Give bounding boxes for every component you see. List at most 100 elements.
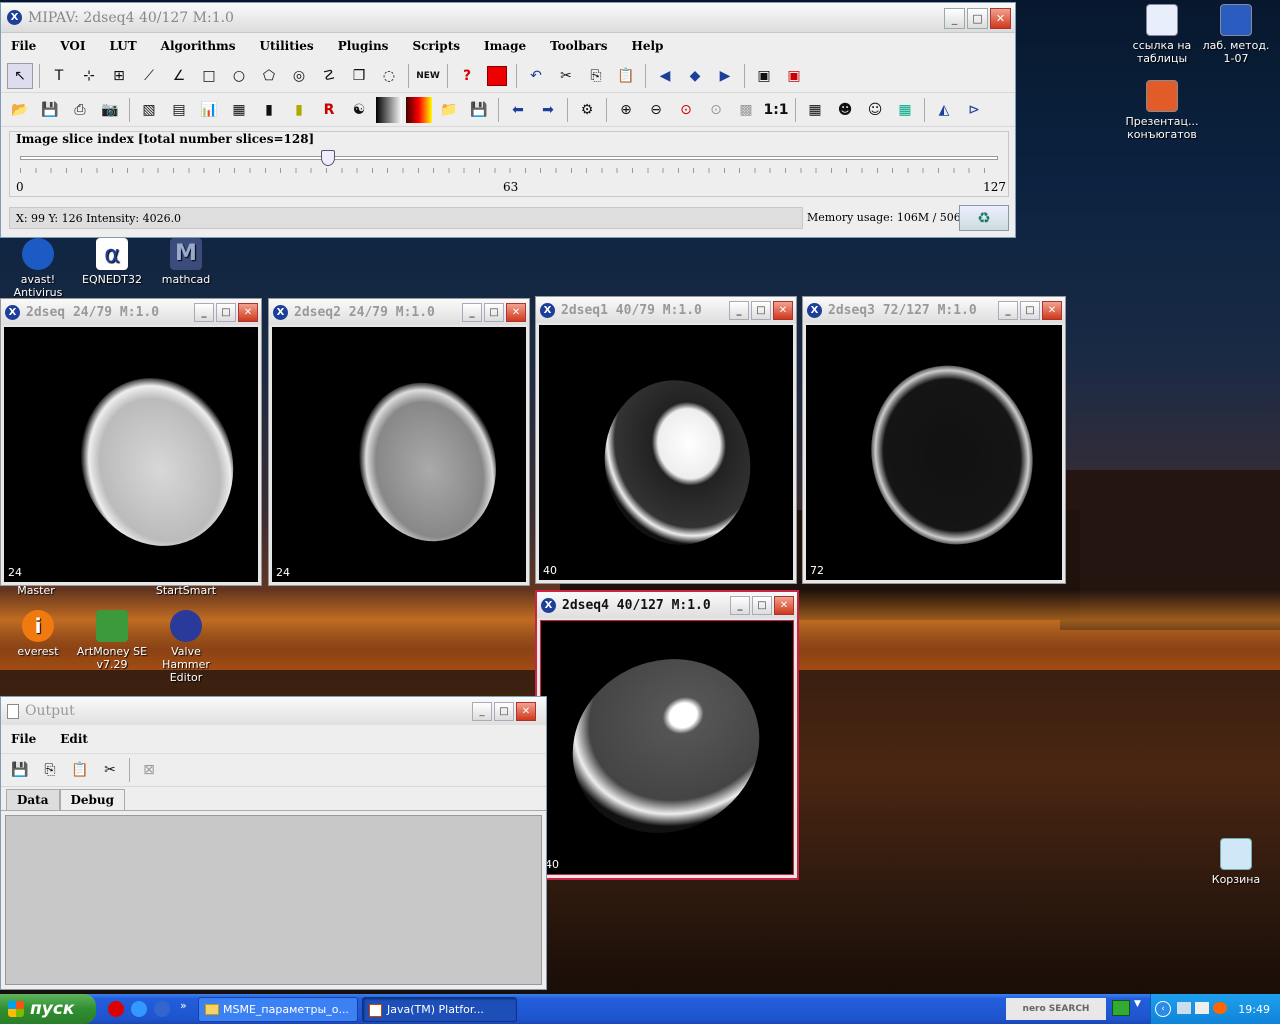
menu-toolbars[interactable]: Toolbars [540,39,621,53]
menu-lut[interactable]: LUT [99,39,150,53]
mri-image-canvas[interactable]: 24 [272,327,526,582]
polygon-icon[interactable]: ⬠ [256,63,282,89]
image-window-2dseq[interactable]: X 2dseq 24/79 M:1.0 _ □ ✕ 24 [0,298,262,586]
minimize-button[interactable]: _ [998,301,1018,320]
voi-both-icon[interactable]: ◆ [682,63,708,89]
image-window-2dseq2[interactable]: X 2dseq2 24/79 M:1.0 _ □ ✕ 24 [268,298,530,586]
image-attributes-icon[interactable]: ▧ [136,97,162,123]
grid-icon[interactable]: ▦ [892,97,918,123]
zoom-in-icon[interactable]: ⊕ [613,97,639,123]
open-icon[interactable]: 📂 [7,97,33,123]
minimize-button[interactable]: _ [194,303,214,322]
menu-file[interactable]: File [1,39,50,53]
quick-mask-icon[interactable]: ▣ [751,63,777,89]
maximize-button[interactable]: □ [751,301,771,320]
maximize-button[interactable]: □ [1020,301,1040,320]
desktop-icon-hammer[interactable]: Valve Hammer Editor [146,610,226,684]
output-menu-edit[interactable]: Edit [50,732,102,746]
save-icon[interactable]: 💾 [37,97,63,123]
red-lut-icon[interactable]: R [316,97,342,123]
ellipse-icon[interactable]: ○ [226,63,252,89]
menu-utilities[interactable]: Utilities [250,39,328,53]
magnifier-icon[interactable]: ⊙ [703,97,729,123]
hot-ramp-icon[interactable] [406,96,432,123]
close-button[interactable]: ✕ [773,301,793,320]
output-title-bar[interactable]: Output _ □ ✕ [1,697,546,725]
maximize-button[interactable]: □ [494,702,514,721]
desktop-icon-links[interactable]: ссылка на таблицы [1122,4,1202,65]
gray-lut-icon[interactable]: ▮ [286,97,312,123]
paste-icon[interactable]: 📋 [613,63,639,89]
nero-dropdown-icon[interactable]: ▼ [1134,999,1141,1009]
minimize-button[interactable]: _ [944,8,965,29]
multi-point-icon[interactable]: ⊞ [106,63,132,89]
desktop-icon-presentation[interactable]: Презентац... конъюгатов [1122,80,1202,141]
close-button[interactable]: ✕ [238,303,258,322]
task-msme[interactable]: MSME_параметры_о... [198,997,358,1022]
desktop-icon-artmoney[interactable]: ArtMoney SE v7.29 [72,610,152,671]
voi-back-icon[interactable]: ◀ [652,63,678,89]
zoom-one-icon[interactable]: 1:1 [763,97,789,123]
nero-go-button[interactable] [1112,1000,1130,1016]
desktop-icon-recycle-bin[interactable]: Корзина [1196,838,1276,886]
window-level-icon[interactable]: ▮ [256,97,282,123]
quicklaunch-more-icon[interactable]: » [180,999,187,1012]
nero-search-logo[interactable]: nero SEARCH [1006,998,1106,1020]
main-title-bar[interactable]: X MIPAV: 2dseq4 40/127 M:1.0 _ □ ✕ [1,3,1015,33]
skull-icon[interactable]: ☺ [862,97,888,123]
rectangle-icon[interactable]: □ [196,63,222,89]
point-icon[interactable]: ⊹ [76,63,102,89]
tray-network-icon[interactable] [1177,1002,1191,1014]
flip-vertical-icon[interactable]: ⊳ [961,97,987,123]
desktop-icon-avast[interactable]: avast! Antivirus [0,238,78,299]
levelset-icon[interactable]: ☡ [316,63,342,89]
image-window-2dseq3[interactable]: X 2dseq3 72/127 M:1.0 _ □ ✕ 72 [802,296,1066,584]
minimize-button[interactable]: _ [472,702,492,721]
task-java[interactable]: Java(TM) Platfor... [362,997,517,1022]
quicklaunch-ie-icon[interactable] [131,1001,147,1017]
maximize-button[interactable]: □ [752,596,772,615]
cube-icon[interactable]: ❒ [346,63,372,89]
output-menu-file[interactable]: File [1,732,50,746]
close-button[interactable]: ✕ [516,702,536,721]
zoom-region-icon[interactable]: ⊙ [673,97,699,123]
menu-scripts[interactable]: Scripts [402,39,474,53]
minimize-button[interactable]: _ [729,301,749,320]
clear-icon[interactable]: ⊠ [136,757,162,783]
tab-debug[interactable]: Debug [59,789,126,810]
help-voi-icon[interactable]: ? [454,63,480,89]
menu-algorithms[interactable]: Algorithms [151,39,250,53]
menu-image[interactable]: Image [474,39,540,53]
mri-image-canvas[interactable]: 40 [539,325,793,580]
quicklaunch-desktop-icon[interactable] [154,1001,170,1017]
mri-image-canvas[interactable]: 24 [4,327,258,582]
image-window-2dseq4[interactable]: X 2dseq4 40/127 M:1.0 _ □ ✕ 40 [535,590,799,880]
next-image-icon[interactable]: ➡ [535,97,561,123]
maximize-button[interactable]: □ [967,8,988,29]
voi-color-icon[interactable] [484,63,510,89]
target-icon[interactable]: ◎ [286,63,312,89]
camera-icon[interactable]: 📷 [97,97,123,123]
maximize-button[interactable]: □ [484,303,504,322]
close-button[interactable]: ✕ [774,596,794,615]
garbage-collect-button[interactable]: ♻ [959,205,1009,231]
desktop-icon-mathcad[interactable]: M mathcad [146,238,226,286]
histogram-icon[interactable]: 📊 [196,97,222,123]
mri-image-canvas[interactable]: 72 [806,325,1062,580]
desktop-icon-lab-method[interactable]: лаб. метод. 1-07 [1196,4,1276,65]
close-button[interactable]: ✕ [990,8,1011,29]
image-info-icon[interactable]: ▤ [166,97,192,123]
cut-icon[interactable]: ✂ [97,757,123,783]
gray-ramp-icon[interactable] [376,96,402,123]
quick-mask-inverse-icon[interactable]: ▣ [781,63,807,89]
freehand-icon[interactable]: ◌ [376,63,402,89]
slice-slider[interactable] [20,150,998,166]
protractor-icon[interactable]: ∠ [166,63,192,89]
tools-icon[interactable]: ⚙ [574,97,600,123]
close-button[interactable]: ✕ [506,303,526,322]
print-icon[interactable]: ⎙ [67,97,93,123]
tray-antivirus-icon[interactable] [1213,1002,1227,1014]
paste-icon[interactable]: 📋 [67,757,93,783]
qr-icon[interactable]: ▦ [802,97,828,123]
checker-icon[interactable]: ▩ [733,97,759,123]
